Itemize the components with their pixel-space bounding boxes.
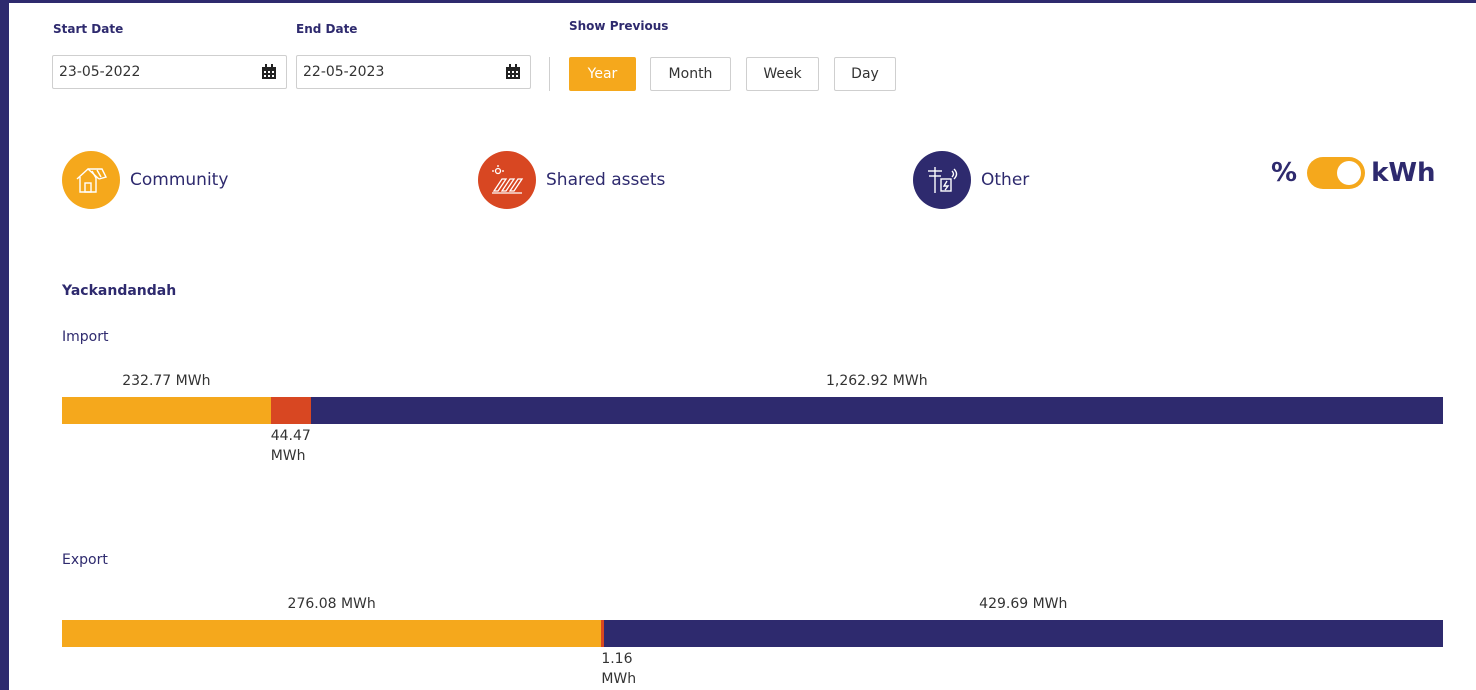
export-value-unit: MWh <box>601 671 637 687</box>
import-segment-other[interactable] <box>310 397 1443 424</box>
unit-toggle-switch[interactable] <box>1307 157 1366 189</box>
import-value-label: 44.47 <box>270 428 311 444</box>
import-value-label: 1,262.92 MWh <box>825 373 928 389</box>
legend-other: Other <box>913 151 1029 209</box>
legend-shared-assets-label: Shared assets <box>546 170 666 190</box>
end-date-value: 22-05-2023 <box>303 64 385 80</box>
export-value-label-block: 1.16 MWh <box>601 649 645 689</box>
filter-divider <box>549 57 550 91</box>
calendar-icon[interactable] <box>261 64 277 80</box>
kwh-option[interactable]: kWh <box>1371 158 1435 188</box>
import-bar <box>62 397 1443 424</box>
start-date-value: 23-05-2022 <box>59 64 141 80</box>
solar-panels-icon <box>478 151 536 209</box>
calendar-icon[interactable] <box>505 64 521 80</box>
period-month-button[interactable]: Month <box>650 57 731 91</box>
legend-community-label: Community <box>130 170 229 190</box>
percent-option[interactable]: % <box>1271 158 1297 188</box>
import-label: Import <box>62 329 109 345</box>
export-value-label: 276.08 MWh <box>287 596 376 612</box>
export-label: Export <box>62 552 108 568</box>
export-segment-community[interactable] <box>62 620 602 647</box>
house-solar-icon <box>62 151 120 209</box>
import-segment-shared-assets[interactable] <box>270 397 311 424</box>
period-week-button[interactable]: Week <box>746 57 819 91</box>
toggle-knob <box>1337 161 1362 185</box>
import-value-label: 232.77 MWh <box>122 373 211 389</box>
show-previous-label: Show Previous <box>569 19 669 33</box>
export-value-label: 1.16 <box>601 651 633 667</box>
import-value-label-block: 44.47 MWh <box>271 426 315 466</box>
start-date-label: Start Date <box>53 22 124 36</box>
export-bar <box>62 620 1443 647</box>
start-date-field[interactable]: 23-05-2022 <box>52 55 287 89</box>
unit-toggle-group: % kWh <box>1271 157 1436 189</box>
period-year-button[interactable]: Year <box>569 57 636 91</box>
legend-shared-assets: Shared assets <box>478 151 665 209</box>
utility-pole-icon <box>913 151 971 209</box>
export-segment-other[interactable] <box>603 620 1443 647</box>
legend-community: Community <box>62 151 228 209</box>
import-value-unit: MWh <box>270 448 306 464</box>
site-name: Yackandandah <box>62 283 177 299</box>
export-value-label: 429.69 MWh <box>979 596 1068 612</box>
period-day-button[interactable]: Day <box>834 57 896 91</box>
end-date-label: End Date <box>296 22 358 36</box>
energy-panel: Start Date End Date Show Previous 23-05-… <box>9 3 1476 690</box>
end-date-field[interactable]: 22-05-2023 <box>296 55 531 89</box>
import-segment-community[interactable] <box>62 397 271 424</box>
legend-other-label: Other <box>981 170 1030 190</box>
